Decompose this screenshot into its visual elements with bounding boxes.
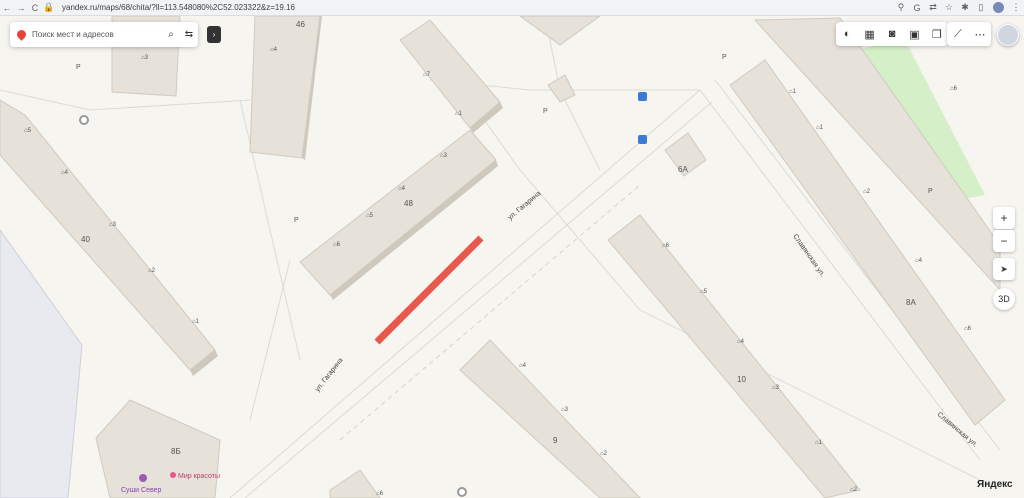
star-icon[interactable]: ☆ [941,2,957,13]
svg-text:⌂3: ⌂3 [561,407,569,413]
svg-text:⌂6: ⌂6 [662,243,670,249]
extension-icon[interactable]: ✱ [957,2,973,13]
poi-label: Суши Север [121,487,162,494]
svg-text:⌂2: ⌂2 [148,268,156,274]
svg-text:⌂2: ⌂2 [863,189,871,195]
poi-icon[interactable] [139,474,147,482]
building-number: 48 [404,199,413,208]
view-3d-button[interactable]: 3D [993,288,1015,310]
svg-text:⌂6: ⌂6 [950,86,958,92]
poi-dot-icon [79,115,89,125]
bus-icon[interactable]: ▣ [903,28,925,41]
svg-text:⌂3: ⌂3 [141,55,149,61]
parking-label: P [543,108,548,115]
address-bar[interactable]: yandex.ru/maps/68/chita/?ll=113.548080%2… [62,3,893,12]
ruler-icon[interactable]: ⟋ [947,28,969,41]
collapse-panel-button[interactable]: › [207,26,221,43]
svg-text:⌂5: ⌂5 [366,213,374,219]
translate-icon[interactable]: ⇄ [925,2,941,13]
bus-stop-icon[interactable] [638,92,647,101]
locate-button[interactable]: ➤ [993,258,1015,280]
yandex-logo[interactable]: Яндекс [977,479,1013,490]
building-number: 8Б [171,447,181,456]
svg-text:⌂6: ⌂6 [964,326,972,332]
browser-toolbar: ← → C 🔒 yandex.ru/maps/68/chita/?ll=113.… [0,0,1024,16]
user-avatar[interactable] [997,24,1019,46]
building-number: 8А [906,298,916,307]
building-number: 10 [737,375,746,384]
svg-text:⌂3: ⌂3 [772,385,780,391]
zoom-in-button[interactable]: + [993,207,1015,229]
poi-icon[interactable] [170,472,176,478]
panorama-icon[interactable]: ▦ [858,28,880,41]
building-number: 46 [296,20,305,29]
bus-stop-icon[interactable] [638,135,647,144]
poi-dot-icon [457,487,467,497]
back-icon[interactable]: ← [0,3,14,13]
svg-text:⌂1: ⌂1 [816,125,824,131]
svg-text:⌂6: ⌂6 [333,242,341,248]
parking-label: P [928,188,933,195]
zoom-out-button[interactable]: − [993,230,1015,252]
svg-text:⌂3: ⌂3 [440,153,448,159]
map-canvas[interactable]: ул. Гагарина ул. Гагарина Славянская ул.… [0,16,1024,498]
search-box[interactable]: Поиск мест и адресов ⌕ ⇆ [10,22,198,47]
route-icon[interactable]: ⇆ [180,29,198,40]
svg-text:⌂5: ⌂5 [700,289,708,295]
svg-text:⌂1: ⌂1 [789,89,797,95]
svg-text:⌂6: ⌂6 [376,491,384,497]
parking-label: P [722,54,727,61]
forward-icon[interactable]: → [14,3,28,13]
svg-text:⌂5: ⌂5 [24,128,32,134]
poi-label: Мир красоты [178,473,220,480]
svg-text:⌂1: ⌂1 [192,319,200,325]
svg-text:⌂4: ⌂4 [61,170,69,176]
svg-text:⌂2: ⌂2 [850,487,858,493]
svg-text:⌂3: ⌂3 [109,222,117,228]
map-pin-icon [15,28,28,41]
building-number: 40 [81,235,90,244]
parking-label: P [294,217,299,224]
building-number: 9 [553,436,558,445]
parking-label: P [76,64,81,71]
layers-toolbar: ◐ ▦ ◙ ▣ ❐ [836,22,948,46]
building-number: 6А [678,165,688,174]
tools-toolbar: ⟋ ⋯ [947,22,991,46]
svg-text:⌂2: ⌂2 [600,451,608,457]
svg-text:⌂4: ⌂4 [398,186,406,192]
layers-icon[interactable]: ◐ [836,28,858,40]
profile-avatar[interactable] [993,2,1004,13]
svg-text:⌂4: ⌂4 [737,339,745,345]
svg-text:⌂4: ⌂4 [270,47,278,53]
search-input[interactable]: Поиск мест и адресов [32,30,162,39]
google-icon[interactable]: G [909,3,925,13]
svg-text:⌂4: ⌂4 [519,363,527,369]
svg-text:⌂7: ⌂7 [423,72,431,78]
more-icon[interactable]: ⋯ [969,28,991,41]
search-icon[interactable]: ⌕ [162,29,180,40]
lock-icon: 🔒 [43,2,55,12]
svg-text:⌂1: ⌂1 [815,440,823,446]
svg-text:⌂1: ⌂1 [455,111,463,117]
svg-text:⌂4: ⌂4 [915,258,923,264]
sidebar-icon[interactable]: ▯ [973,2,989,13]
location-icon[interactable]: ⚲ [893,2,909,13]
camera-icon[interactable]: ◙ [881,28,903,40]
reload-icon[interactable]: C [28,3,42,13]
layers-stack-icon[interactable]: ❐ [926,28,948,41]
menu-icon[interactable]: ⋮ [1008,2,1024,13]
